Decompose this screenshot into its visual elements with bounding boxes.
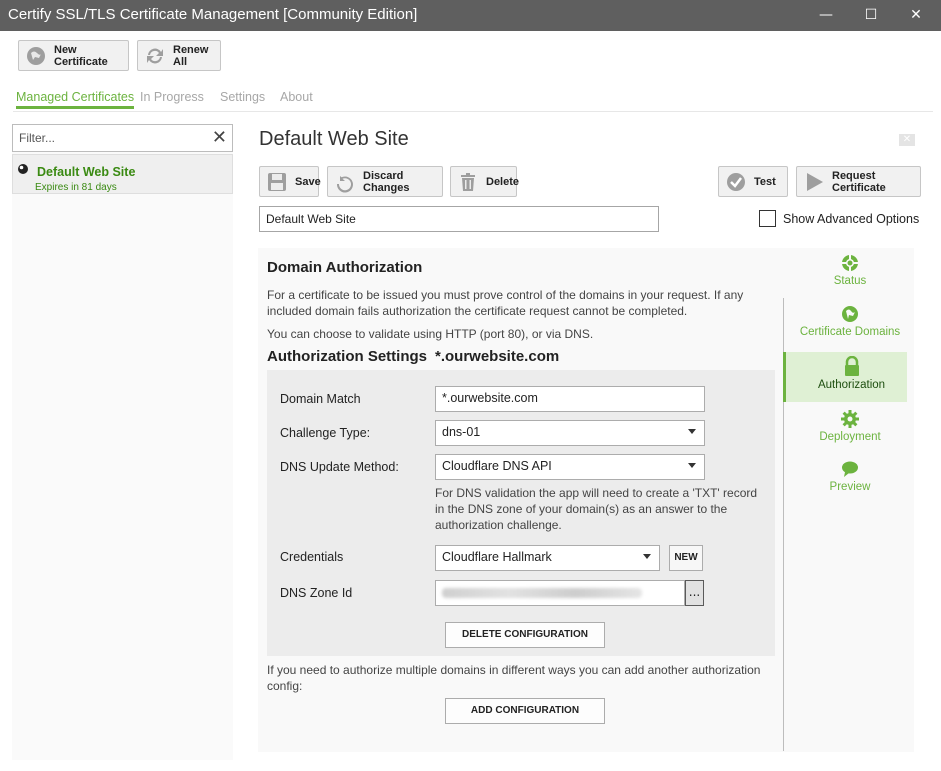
nav-item-authorization[interactable]: Authorization bbox=[783, 352, 907, 402]
dns-update-method-value: Cloudflare DNS API bbox=[442, 459, 552, 473]
redacted-zone-id bbox=[442, 588, 642, 598]
lifebuoy-icon bbox=[841, 254, 859, 272]
discard-label: Discard Changes bbox=[363, 169, 410, 194]
checkbox-box bbox=[759, 210, 776, 227]
new-certificate-label: New Certificate bbox=[54, 43, 108, 68]
authorization-settings-heading: Authorization Settings *.ourwebsite.com bbox=[267, 348, 559, 365]
nav-item-preview[interactable]: Preview bbox=[793, 460, 907, 493]
validate-note: You can choose to validate using HTTP (p… bbox=[267, 327, 594, 341]
multi-domain-note: If you need to authorize multiple domain… bbox=[267, 663, 761, 693]
zone-browse-button[interactable]: ... bbox=[685, 580, 704, 606]
discard-changes-button[interactable]: Discard Changes bbox=[327, 166, 443, 197]
nav-status-label: Status bbox=[833, 275, 867, 287]
nav-authorization-label: Authorization bbox=[817, 379, 886, 391]
gear-icon bbox=[841, 410, 859, 428]
site-name-field[interactable] bbox=[259, 206, 659, 232]
authorization-settings-title: Authorization Settings bbox=[267, 348, 427, 365]
maximize-button[interactable]: ☐ bbox=[860, 5, 882, 25]
show-advanced-checkbox[interactable]: Show Advanced Options bbox=[759, 210, 919, 227]
domain-match-label: Domain Match bbox=[280, 392, 361, 406]
nav-certificate-domains-label: Certificate Domains bbox=[799, 326, 901, 338]
page-title: Default Web Site bbox=[259, 128, 409, 150]
domain-auth-intro: For a certificate to be issued you must … bbox=[267, 288, 744, 318]
renew-all-button[interactable]: Renew All bbox=[137, 40, 221, 71]
test-label: Test bbox=[754, 175, 776, 188]
globe-icon bbox=[842, 306, 858, 322]
new-certificate-button[interactable]: New Certificate bbox=[18, 40, 129, 71]
challenge-type-label: Challenge Type: bbox=[280, 426, 371, 440]
globe-icon bbox=[18, 164, 28, 174]
site-name: Default Web Site bbox=[37, 165, 136, 179]
chevron-down-icon bbox=[688, 463, 696, 468]
managed-sites-pane: ✕ Default Web Site Expires in 81 days bbox=[12, 124, 233, 760]
dns-help-text: For DNS validation the app will need to … bbox=[435, 486, 758, 532]
credentials-label: Credentials bbox=[280, 550, 344, 564]
credentials-select[interactable]: Cloudflare Hallmark bbox=[435, 545, 660, 571]
tab-about[interactable]: About bbox=[280, 90, 313, 104]
play-icon bbox=[803, 171, 825, 193]
clear-filter-icon[interactable]: ✕ bbox=[212, 128, 227, 148]
nav-preview-label: Preview bbox=[829, 481, 871, 493]
credentials-value: Cloudflare Hallmark bbox=[442, 550, 552, 564]
nav-item-deployment[interactable]: Deployment bbox=[793, 410, 907, 443]
floppy-icon bbox=[266, 171, 288, 193]
filter-box: ✕ bbox=[12, 124, 233, 152]
main-tabs: Managed Certificates In Progress Setting… bbox=[13, 88, 933, 112]
dns-update-method-select[interactable]: Cloudflare DNS API bbox=[435, 454, 705, 480]
nav-item-certificate-domains[interactable]: Certificate Domains bbox=[793, 305, 907, 338]
new-credential-button[interactable]: NEW bbox=[669, 545, 703, 571]
speech-bubble-icon bbox=[842, 461, 858, 477]
minimize-button[interactable]: — bbox=[815, 5, 837, 25]
title-bar: Certify SSL/TLS Certificate Management [… bbox=[0, 0, 941, 31]
close-window-button[interactable]: ✕ bbox=[905, 5, 927, 25]
domain-authorization-heading: Domain Authorization bbox=[267, 259, 423, 276]
tab-in-progress[interactable]: In Progress bbox=[140, 90, 204, 104]
nav-item-status[interactable]: Status bbox=[793, 254, 907, 287]
chevron-down-icon bbox=[643, 554, 651, 559]
tab-settings[interactable]: Settings bbox=[220, 90, 265, 104]
site-expiry: Expires in 81 days bbox=[35, 182, 117, 193]
lock-icon bbox=[844, 356, 859, 376]
checkmark-icon bbox=[725, 171, 747, 193]
chevron-down-icon bbox=[688, 429, 696, 434]
refresh-icon bbox=[144, 45, 166, 67]
delete-label: Delete bbox=[486, 175, 520, 188]
close-panel-icon[interactable]: ✕ bbox=[899, 134, 915, 146]
save-label: Save bbox=[295, 175, 321, 188]
add-configuration-button[interactable]: ADD CONFIGURATION bbox=[445, 698, 605, 724]
nav-deployment-label: Deployment bbox=[819, 431, 881, 443]
site-list-item[interactable]: Default Web Site Expires in 81 days bbox=[12, 154, 233, 194]
delete-configuration-button[interactable]: DELETE CONFIGURATION bbox=[445, 622, 605, 648]
filter-input[interactable] bbox=[19, 129, 199, 147]
test-button[interactable]: Test bbox=[718, 166, 788, 197]
undo-icon bbox=[334, 171, 356, 193]
request-certificate-button[interactable]: Request Certificate bbox=[796, 166, 921, 197]
trash-icon bbox=[457, 171, 479, 193]
challenge-type-value: dns-01 bbox=[442, 425, 481, 439]
delete-button[interactable]: Delete bbox=[450, 166, 520, 197]
globe-icon bbox=[25, 45, 47, 67]
renew-all-label: Renew All bbox=[173, 43, 209, 68]
challenge-type-select[interactable]: dns-01 bbox=[435, 420, 705, 446]
show-advanced-label: Show Advanced Options bbox=[783, 211, 920, 226]
window-title: Certify SSL/TLS Certificate Management [… bbox=[8, 6, 418, 23]
save-button[interactable]: Save bbox=[259, 166, 321, 197]
tab-managed-certificates[interactable]: Managed Certificates bbox=[16, 90, 135, 109]
request-certificate-label: Request Certificate bbox=[832, 169, 886, 194]
dns-update-method-label: DNS Update Method: bbox=[280, 460, 399, 474]
authorization-settings-domain: *.ourwebsite.com bbox=[435, 348, 560, 365]
dns-zone-id-label: DNS Zone Id bbox=[280, 586, 353, 600]
domain-match-input[interactable]: *.ourwebsite.com bbox=[435, 386, 705, 412]
dns-zone-id-input[interactable] bbox=[435, 580, 685, 606]
